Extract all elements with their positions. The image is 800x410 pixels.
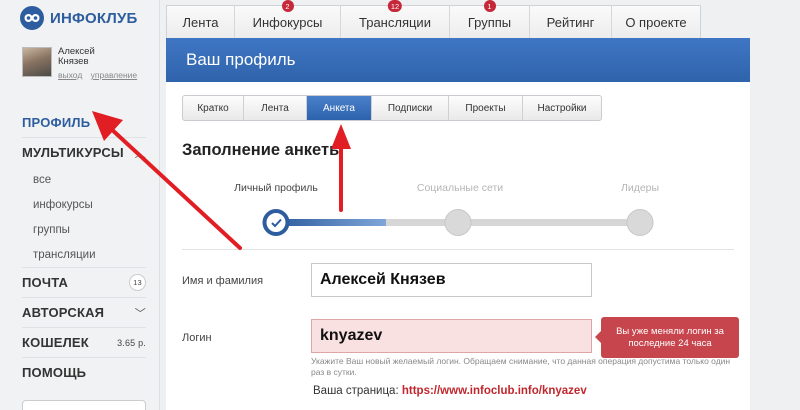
step-dot-leaders[interactable] bbox=[626, 209, 654, 236]
page-link-prefix: Ваша страница: bbox=[313, 385, 399, 397]
logout-link[interactable]: выход bbox=[58, 70, 82, 80]
profile-panel: Ваш профиль Кратко Лента Анкета Подписки… bbox=[166, 38, 750, 410]
tab-label: Лента bbox=[182, 15, 219, 30]
user-block: Алексей Князев выход управление bbox=[22, 47, 143, 80]
mail-count-badge: 13 bbox=[129, 274, 146, 291]
divider bbox=[182, 249, 734, 250]
sidebar-item-author[interactable]: АВТОРСКАЯ ﹀ bbox=[22, 297, 146, 327]
sidebar-item-label: ПОЧТА bbox=[22, 275, 69, 290]
user-last-name: Князев bbox=[58, 56, 89, 67]
tab-label: Трансляции bbox=[359, 15, 431, 30]
sidebar-item-label: ПРОФИЛЬ bbox=[22, 114, 91, 130]
step-dot-social[interactable] bbox=[444, 209, 472, 236]
owl-logo-icon bbox=[20, 6, 44, 30]
sidebar-item-label: ПОМОЩЬ bbox=[22, 365, 87, 380]
sidebar-subitem-groups[interactable]: группы bbox=[22, 217, 146, 242]
name-field[interactable]: Алексей Князев bbox=[311, 263, 592, 297]
page-link-row: Ваша страница: https://www.infoclub.info… bbox=[313, 385, 587, 397]
name-label: Имя и фамилия bbox=[182, 275, 264, 287]
progress-fill bbox=[276, 219, 386, 226]
sidebar-item-multicourses[interactable]: МУЛЬТИКУРСЫ ︿ bbox=[22, 137, 146, 167]
section-title: Заполнение анкеты bbox=[182, 141, 344, 159]
step-label-leaders: Лидеры bbox=[620, 182, 660, 194]
tab-label: О проекте bbox=[625, 15, 687, 30]
profile-page-link[interactable]: https://www.infoclub.info/knyazev bbox=[402, 385, 587, 397]
subtab-brief[interactable]: Кратко bbox=[183, 96, 244, 120]
sidebar-subitem-broadcasts[interactable]: трансляции bbox=[22, 242, 146, 267]
sidebar-item-label: АВТОРСКАЯ bbox=[22, 305, 105, 320]
step-done-check-icon[interactable] bbox=[262, 209, 290, 236]
top-nav-tabs: Лента 2 Инфокурсы 12 Трансляции 1 Группы… bbox=[166, 0, 701, 39]
tab-label: Группы bbox=[467, 15, 512, 30]
tab-infocourses[interactable]: 2 Инфокурсы bbox=[235, 0, 341, 39]
subtab-settings[interactable]: Настройки bbox=[523, 96, 601, 120]
tab-groups[interactable]: 1 Группы bbox=[450, 0, 530, 39]
chevron-up-icon[interactable]: ︿ bbox=[135, 145, 146, 161]
sidebar: ИНФОКЛУБ Алексей Князев выход управление… bbox=[0, 0, 160, 410]
profile-subtabs: Кратко Лента Анкета Подписки Проекты Нас… bbox=[182, 95, 602, 121]
subtab-projects[interactable]: Проекты bbox=[449, 96, 523, 120]
sidebar-item-help[interactable]: ПОМОЩЬ bbox=[22, 357, 146, 387]
subtab-questionnaire[interactable]: Анкета bbox=[307, 96, 372, 120]
tab-count-badge: 2 bbox=[281, 0, 294, 12]
sidebar-nav: ПРОФИЛЬ МУЛЬТИКУРСЫ ︿ все инфокурсы груп… bbox=[22, 107, 146, 387]
sidebar-subitem-all[interactable]: все bbox=[22, 167, 146, 192]
manage-link[interactable]: управление bbox=[91, 70, 137, 80]
chevron-down-icon[interactable]: ﹀ bbox=[135, 305, 146, 321]
sidebar-subitem-infocourses[interactable]: инфокурсы bbox=[22, 192, 146, 217]
tab-label: Инфокурсы bbox=[252, 15, 323, 30]
subtab-subscriptions[interactable]: Подписки bbox=[372, 96, 449, 120]
tab-rating[interactable]: Рейтинг bbox=[530, 6, 612, 39]
sidebar-item-label: МУЛЬТИКУРСЫ bbox=[22, 145, 124, 160]
avatar[interactable] bbox=[22, 47, 52, 77]
tab-feed[interactable]: Лента bbox=[167, 6, 235, 39]
login-field[interactable]: knyazev bbox=[311, 319, 592, 353]
wallet-balance: 3.65 р. bbox=[117, 337, 146, 348]
step-label-social: Социальные сети bbox=[416, 182, 504, 194]
tab-count-badge: 12 bbox=[387, 0, 403, 12]
logo[interactable]: ИНФОКЛУБ bbox=[20, 6, 137, 30]
tab-label: Рейтинг bbox=[546, 15, 595, 30]
tab-about[interactable]: О проекте bbox=[612, 6, 700, 39]
tab-count-badge: 1 bbox=[483, 0, 496, 12]
brand-name: ИНФОКЛУБ bbox=[50, 9, 138, 27]
step-label-personal: Личный профиль bbox=[234, 182, 318, 194]
subtab-feed[interactable]: Лента bbox=[244, 96, 307, 120]
login-label: Логин bbox=[182, 332, 212, 344]
login-hint: Укажите Ваш новый желаемый логин. Обраща… bbox=[311, 356, 731, 377]
page-title: Ваш профиль bbox=[166, 38, 750, 82]
sidebar-item-mail[interactable]: ПОЧТА 13 bbox=[22, 267, 146, 297]
tab-broadcasts[interactable]: 12 Трансляции bbox=[341, 0, 450, 39]
login-error-tooltip: Вы уже меняли логин за последние 24 часа bbox=[595, 317, 739, 358]
sidebar-item-label: КОШЕЛЕК bbox=[22, 335, 89, 350]
sidebar-item-wallet[interactable]: КОШЕЛЕК 3.65 р. bbox=[22, 327, 146, 357]
sidebar-search-box[interactable] bbox=[22, 400, 146, 410]
sidebar-item-profile[interactable]: ПРОФИЛЬ bbox=[22, 107, 146, 137]
progress-steps: Личный профиль Социальные сети Лидеры bbox=[166, 178, 750, 236]
